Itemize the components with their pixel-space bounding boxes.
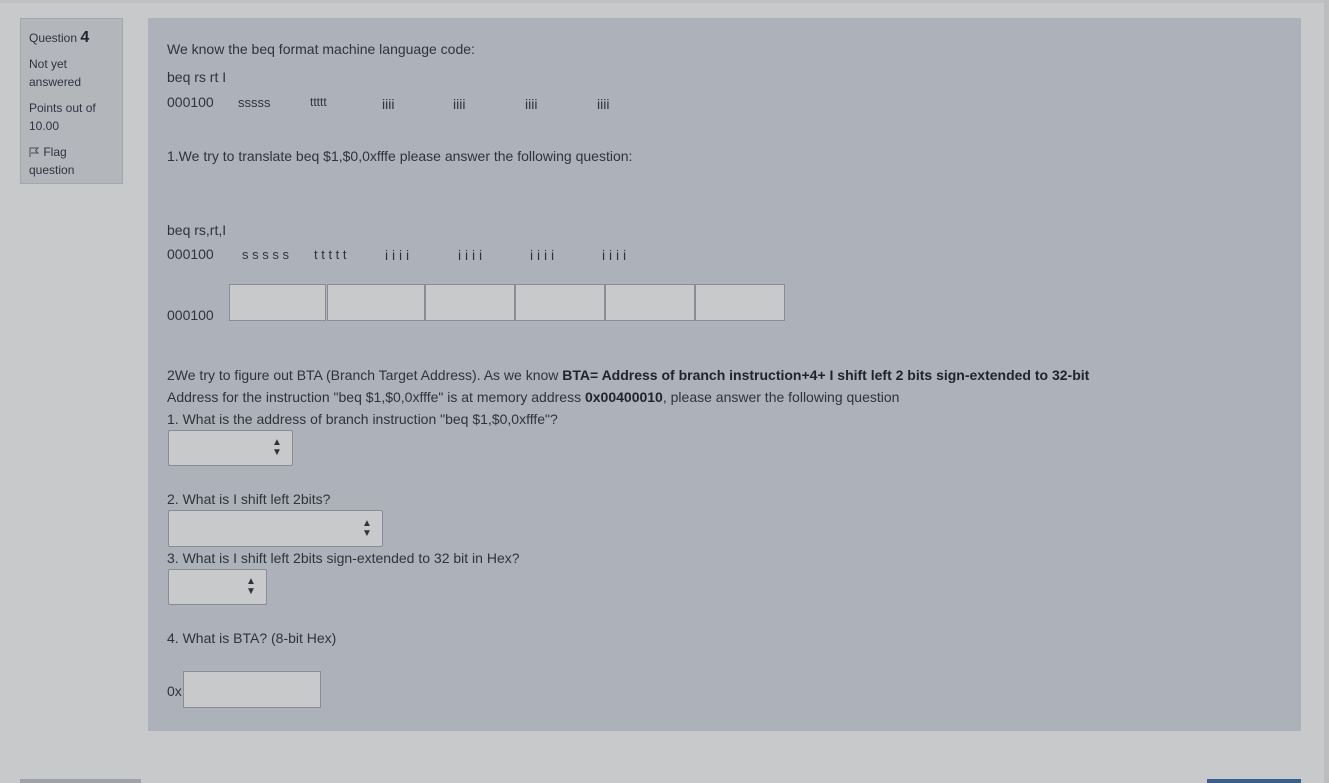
sign-extended-select[interactable]: ▲ ▼ [168, 569, 267, 605]
sub-question-1: 1. What is the address of branch instruc… [167, 411, 558, 427]
shift-left-select[interactable]: ▲ ▼ [168, 510, 383, 547]
scrollbar-track[interactable] [1324, 0, 1329, 783]
question-label: Question [29, 31, 78, 45]
flag-icon [29, 145, 43, 159]
select-arrows-icon: ▲ ▼ [362, 517, 372, 539]
answer-rs-input[interactable] [229, 284, 326, 321]
format2-imm-2: i i i i [458, 247, 483, 263]
question-grade: Points out of 10.00 [29, 101, 96, 133]
question-state: Not yet answered [29, 57, 82, 89]
sub-question-3: 3. What is I shift left 2bits sign-exten… [167, 550, 520, 566]
format-rt: ttttt [310, 95, 327, 109]
q2-line-1: 2We try to figure out BTA (Branch Target… [167, 367, 1089, 383]
next-page-button[interactable] [1207, 779, 1301, 783]
format-imm-2: iiii [453, 96, 466, 112]
format2-imm-1: i i i i [385, 247, 410, 263]
q2-line-1-text: 2We try to figure out BTA (Branch Target… [167, 367, 563, 383]
q2-line-2: Address for the instruction "beq $1,$0,0… [167, 389, 899, 405]
sub-question-2: 2. What is I shift left 2bits? [167, 491, 331, 507]
format2-imm-3: i i i i [530, 247, 555, 263]
format2-rt: t t t t t [314, 247, 347, 262]
question-number-value: 4 [80, 29, 90, 46]
format-label: beq rs rt I [167, 69, 227, 85]
intro-text: We know the beq format machine language … [167, 41, 475, 57]
format2-imm-4: i i i i [602, 247, 627, 263]
sub-question-4: 4. What is BTA? (8-bit Hex) [167, 630, 337, 646]
format-imm-1: iiii [382, 96, 395, 112]
question-number: Question 4 [29, 29, 114, 47]
format-label-2: beq rs,rt,I [167, 222, 227, 238]
format-opcode: 000100 [167, 94, 214, 110]
question-content: We know the beq format machine language … [148, 18, 1301, 731]
answer-imm-1-input[interactable] [425, 284, 515, 321]
format2-rs: s s s s s [242, 247, 289, 262]
hex-prefix: 0x [167, 683, 182, 699]
question-info-panel: Question 4 Not yet answered Points out o… [20, 18, 123, 184]
q2-line-2-text: Address for the instruction "beq $1,$0,0… [167, 389, 585, 405]
top-border [0, 0, 1329, 3]
memory-address: 0x00400010 [584, 389, 663, 405]
bta-input[interactable] [183, 671, 321, 708]
answer-opcode: 000100 [167, 307, 214, 323]
q2-line-2-tail: , please answer the following question [662, 389, 900, 405]
q1-text: 1.We try to translate beq $1,$0,0xfffe p… [167, 148, 633, 164]
format-imm-4: iiii [597, 96, 610, 112]
previous-page-button[interactable] [20, 779, 141, 783]
answer-imm-4-input[interactable] [695, 284, 785, 321]
format2-opcode: 000100 [167, 246, 214, 262]
answer-imm-2-input[interactable] [515, 284, 605, 321]
flag-question-link[interactable]: Flag question [29, 143, 114, 179]
answer-rt-input[interactable] [327, 284, 425, 321]
select-arrows-icon: ▲ ▼ [246, 576, 256, 597]
branch-address-select[interactable]: ▲ ▼ [168, 430, 293, 466]
bta-formula: BTA= Address of branch instruction+4+ I … [562, 367, 1090, 383]
select-arrows-icon: ▲ ▼ [272, 437, 282, 458]
format-rs: sssss [238, 95, 271, 110]
answer-imm-3-input[interactable] [605, 284, 695, 321]
format-imm-3: iiii [525, 96, 538, 112]
